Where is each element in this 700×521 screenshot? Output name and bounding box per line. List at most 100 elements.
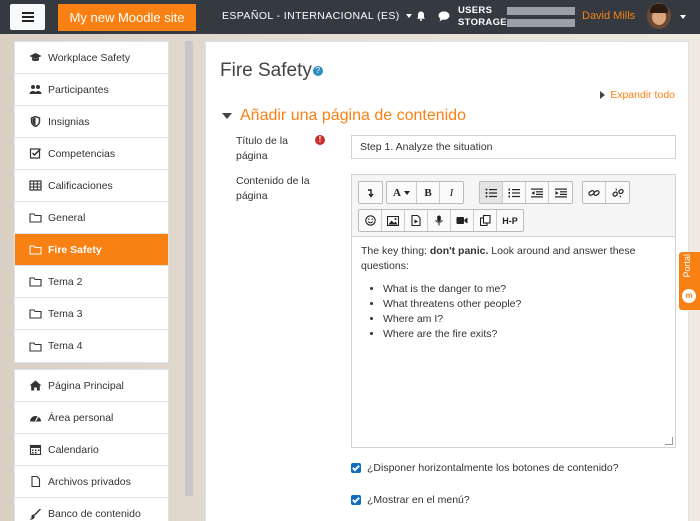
show-in-menu-checkbox[interactable] bbox=[351, 495, 361, 505]
users-usage-bar bbox=[507, 7, 575, 15]
nav-item-label: Tema 3 bbox=[48, 307, 83, 320]
smiley-icon bbox=[364, 215, 376, 226]
outdent-button[interactable] bbox=[526, 182, 549, 203]
nav-item-tema-4[interactable]: Tema 4 bbox=[15, 330, 168, 362]
media-button[interactable] bbox=[405, 210, 428, 231]
nav-item-label: Calendario bbox=[48, 443, 99, 456]
graduation-cap-icon bbox=[29, 52, 42, 63]
toolbar-group-collapse bbox=[358, 181, 383, 204]
portal-tab[interactable]: Portal m bbox=[679, 252, 700, 310]
content-field-label: Contenido de la página bbox=[236, 175, 310, 202]
chevron-down-icon bbox=[403, 190, 410, 195]
horizontal-buttons-checkbox-row[interactable]: ¿Disponer horizontalmente los botones de… bbox=[351, 462, 619, 474]
nav-item-participantes[interactable]: Participantes bbox=[15, 74, 168, 106]
menu-toggle-button[interactable] bbox=[10, 4, 45, 30]
folder-icon bbox=[29, 308, 42, 319]
user-name[interactable]: David Mills bbox=[582, 10, 635, 22]
record-audio-button[interactable] bbox=[428, 210, 451, 231]
nav-item-label: Área personal bbox=[48, 411, 114, 424]
nav-item-label: Página Principal bbox=[48, 379, 124, 392]
unlink-button[interactable] bbox=[606, 182, 629, 203]
nav-item-label: Insignias bbox=[48, 115, 90, 128]
course-nav-group: Workplace Safety Participantes Insignias… bbox=[14, 41, 169, 363]
chat-icon[interactable] bbox=[438, 11, 450, 22]
nav-item-banco-de-contenido[interactable]: Banco de contenido bbox=[15, 498, 168, 521]
resize-handle[interactable] bbox=[665, 437, 673, 445]
show-in-menu-checkbox-row[interactable]: ¿Mostrar en el menú? bbox=[351, 494, 470, 506]
folder-icon bbox=[29, 341, 42, 352]
users-icon bbox=[29, 84, 42, 95]
unordered-list-button[interactable] bbox=[480, 182, 503, 203]
question-list: What is the danger to me? What threatens… bbox=[361, 282, 666, 342]
editor-content[interactable]: The key thing: don't panic. Look around … bbox=[352, 237, 675, 349]
language-menu[interactable]: ESPAÑOL - INTERNACIONAL (ES) bbox=[222, 10, 412, 22]
site-name-button[interactable]: My new Moodle site bbox=[58, 4, 196, 31]
avatar[interactable] bbox=[647, 3, 671, 29]
horizontal-buttons-checkbox[interactable] bbox=[351, 463, 361, 473]
section-title: Añadir una página de contenido bbox=[240, 107, 466, 124]
nav-item-calificaciones[interactable]: Calificaciones bbox=[15, 170, 168, 202]
chevron-down-icon bbox=[405, 14, 412, 18]
numbered-list-icon bbox=[508, 188, 520, 197]
video-camera-icon bbox=[456, 217, 468, 224]
bell-icon[interactable] bbox=[416, 11, 426, 21]
nav-item-label: Banco de contenido bbox=[48, 508, 141, 520]
user-menu-chevron-icon[interactable] bbox=[680, 15, 686, 19]
copy-files-icon bbox=[479, 215, 491, 226]
nav-item-tema-3[interactable]: Tema 3 bbox=[15, 298, 168, 330]
bold-button[interactable]: B bbox=[417, 182, 440, 203]
nav-item-general[interactable]: General bbox=[15, 202, 168, 234]
nav-item-pagina-principal[interactable]: Página Principal bbox=[15, 370, 168, 402]
outdent-icon bbox=[531, 188, 543, 197]
calendar-icon bbox=[29, 444, 42, 455]
nav-item-label: Calificaciones bbox=[48, 179, 113, 192]
file-icon bbox=[29, 476, 42, 487]
avatar-hair bbox=[650, 4, 668, 13]
editor-toolbar: A B I H-P bbox=[352, 175, 675, 237]
toolbar-toggle-button[interactable] bbox=[359, 182, 382, 203]
nav-item-label: Archivos privados bbox=[48, 475, 131, 488]
nav-item-archivos-privados[interactable]: Archivos privados bbox=[15, 466, 168, 498]
collapse-arrow-icon bbox=[367, 188, 374, 198]
intro-prefix: The key thing: bbox=[361, 245, 430, 257]
expand-all-link[interactable]: Expandir todo bbox=[600, 89, 675, 101]
content-editor[interactable]: A B I H-P The key thing: don't panic. Lo… bbox=[351, 174, 676, 448]
list-item: Where am I? bbox=[383, 312, 666, 327]
language-label: ESPAÑOL - INTERNACIONAL (ES) bbox=[222, 10, 400, 22]
nav-item-tema-2[interactable]: Tema 2 bbox=[15, 266, 168, 298]
nav-item-workplace-safety[interactable]: Workplace Safety bbox=[15, 42, 168, 74]
main-content: Fire Safety? Expandir todo Añadir una pá… bbox=[205, 41, 689, 521]
ordered-list-button[interactable] bbox=[503, 182, 526, 203]
nav-item-competencias[interactable]: Competencias bbox=[15, 138, 168, 170]
manage-files-button[interactable] bbox=[474, 210, 497, 231]
link-button[interactable] bbox=[583, 182, 606, 203]
sidebar-scrollbar[interactable] bbox=[185, 41, 193, 496]
top-navbar: My new Moodle site ESPAÑOL - INTERNACION… bbox=[0, 0, 700, 34]
nav-item-area-personal[interactable]: Área personal bbox=[15, 402, 168, 434]
nav-item-label: Tema 2 bbox=[48, 275, 83, 288]
list-item: Where are the fire exits? bbox=[383, 327, 666, 342]
users-label: USERS bbox=[458, 5, 493, 16]
indent-icon bbox=[554, 188, 567, 197]
folder-icon bbox=[29, 276, 42, 287]
image-button[interactable] bbox=[382, 210, 405, 231]
section-header[interactable]: Añadir una página de contenido bbox=[222, 107, 466, 125]
caret-right-icon bbox=[600, 91, 606, 99]
image-icon bbox=[387, 215, 399, 226]
nav-item-fire-safety[interactable]: Fire Safety bbox=[15, 234, 168, 266]
paragraph-style-button[interactable]: A bbox=[387, 182, 417, 203]
storage-usage-bar bbox=[507, 19, 575, 27]
nav-item-insignias[interactable]: Insignias bbox=[15, 106, 168, 138]
help-icon[interactable]: ? bbox=[312, 65, 323, 76]
emoticon-button[interactable] bbox=[359, 210, 382, 231]
intro-bold: don't panic. bbox=[429, 245, 489, 257]
folder-icon bbox=[29, 244, 42, 255]
toolbar-group-lists bbox=[479, 181, 573, 204]
indent-button[interactable] bbox=[549, 182, 572, 203]
h5p-button[interactable]: H-P bbox=[497, 210, 523, 231]
record-video-button[interactable] bbox=[451, 210, 474, 231]
italic-button[interactable]: I bbox=[440, 182, 463, 203]
editor-intro-paragraph: The key thing: don't panic. Look around … bbox=[361, 244, 666, 274]
nav-item-calendario[interactable]: Calendario bbox=[15, 434, 168, 466]
title-input[interactable] bbox=[351, 135, 676, 159]
